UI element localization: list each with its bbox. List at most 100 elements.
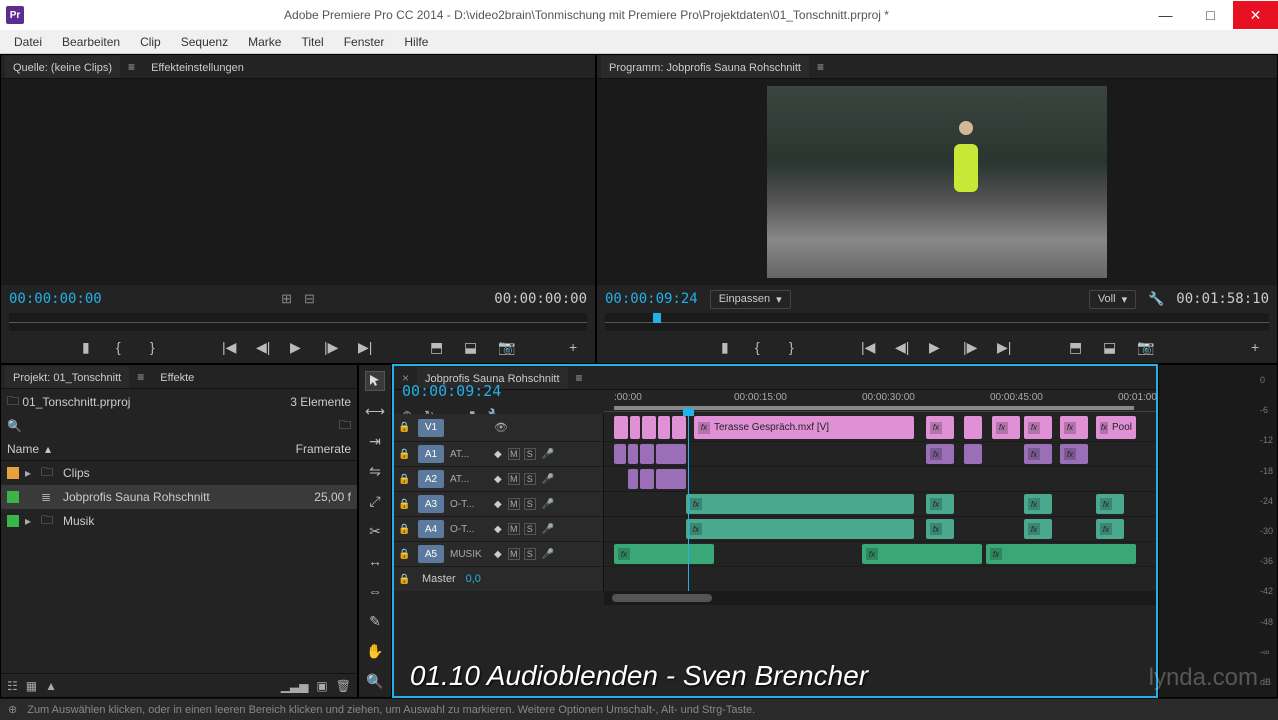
mic-icon[interactable]: 🎤 <box>542 549 554 560</box>
track-select-tool-icon[interactable]: ⟷ <box>365 401 385 421</box>
zoom-slider-icon[interactable]: ▁▃▅ <box>281 679 309 693</box>
expand-arrow-icon[interactable]: ▸ <box>25 514 35 528</box>
hand-tool-icon[interactable]: ✋ <box>365 641 385 661</box>
clip[interactable] <box>628 469 638 489</box>
go-to-in-icon[interactable]: |◀ <box>861 339 877 355</box>
mic-icon[interactable]: 🎤 <box>542 524 554 535</box>
lock-icon[interactable]: 🔒 <box>398 422 412 433</box>
play-icon[interactable]: ▶ <box>290 339 306 355</box>
tab-effect-settings[interactable]: Effekteinstellungen <box>143 56 252 78</box>
clip-pool[interactable]: fxPool <box>1096 416 1136 439</box>
mute-button[interactable]: M <box>508 473 520 485</box>
clip[interactable]: fx <box>862 544 982 564</box>
mark-out-bracket-icon[interactable]: } <box>150 339 166 355</box>
keyframe-icon[interactable]: ◆ <box>494 524 502 535</box>
toggle-output-icon[interactable]: 👁 <box>494 421 508 434</box>
pen-tool-icon[interactable]: ✎ <box>365 611 385 631</box>
slip-tool-icon[interactable]: ↔ <box>365 551 385 571</box>
track-header-a2[interactable]: 🔒 A2 AT... ◆ MS 🎤 <box>394 467 604 491</box>
track-header-a5[interactable]: 🔒 A5 MUSIK ◆ MS 🎤 <box>394 542 604 566</box>
tab-source[interactable]: Quelle: (keine Clips) <box>5 56 120 78</box>
clip[interactable]: fx <box>1024 416 1052 439</box>
zoom-tool-icon[interactable]: 🔍 <box>365 671 385 691</box>
step-forward-icon[interactable]: |▶ <box>963 339 979 355</box>
clip[interactable] <box>614 416 628 439</box>
lock-icon[interactable]: 🔒 <box>398 499 412 510</box>
project-row-musik[interactable]: ▸ 🗀 Musik <box>1 509 357 533</box>
clip[interactable]: fx <box>686 519 914 539</box>
keyframe-icon[interactable]: ◆ <box>494 499 502 510</box>
timeline-timecode[interactable]: 00:00:09:24 <box>394 378 604 404</box>
track-label[interactable]: A2 <box>418 470 444 488</box>
clip[interactable]: fx <box>686 494 914 514</box>
program-monitor-viewport[interactable] <box>597 79 1277 285</box>
track-header-v1[interactable]: 🔒 V1 👁 <box>394 414 604 441</box>
lock-icon[interactable]: 🔒 <box>398 474 412 485</box>
track-label[interactable]: A4 <box>418 520 444 538</box>
go-to-out-icon[interactable]: ▶| <box>358 339 374 355</box>
panel-menu-icon[interactable]: ≡ <box>813 60 828 74</box>
keyframe-icon[interactable]: ◆ <box>494 449 502 460</box>
clip[interactable] <box>672 416 686 439</box>
go-to-out-icon[interactable]: ▶| <box>997 339 1013 355</box>
clip[interactable]: fx <box>1024 519 1052 539</box>
timeline-tracks[interactable]: 🔒 V1 👁 fxTerasse Gespräch.mxf [V] fx <box>394 414 1156 591</box>
clip[interactable]: fx <box>1096 519 1124 539</box>
clip[interactable] <box>640 469 654 489</box>
mark-in-bracket-icon[interactable]: { <box>116 339 132 355</box>
clip[interactable]: fx <box>986 544 1136 564</box>
col-name[interactable]: Name ▴ <box>7 442 296 456</box>
overwrite-icon[interactable]: ⊟ <box>304 291 315 307</box>
extract-icon[interactable]: ⬓ <box>1103 339 1119 355</box>
close-button[interactable]: ✕ <box>1233 1 1278 29</box>
clip[interactable]: fx <box>1024 494 1052 514</box>
freeform-view-icon[interactable]: ▲ <box>45 679 57 693</box>
clip-main-video[interactable]: fxTerasse Gespräch.mxf [V] <box>694 416 914 439</box>
clip[interactable]: fx <box>614 544 714 564</box>
solo-button[interactable]: S <box>524 448 536 460</box>
panel-menu-icon[interactable]: ≡ <box>124 60 139 74</box>
menu-datei[interactable]: Datei <box>4 32 52 52</box>
rate-stretch-tool-icon[interactable]: ⤢ <box>365 491 385 511</box>
new-bin-icon[interactable]: 🗀 <box>339 416 351 437</box>
trash-icon[interactable]: 🗑 <box>336 679 351 693</box>
expand-arrow-icon[interactable]: ▸ <box>25 466 35 480</box>
solo-button[interactable]: S <box>524 548 536 560</box>
clip[interactable] <box>640 444 654 464</box>
clip[interactable]: fx <box>1096 494 1124 514</box>
mark-out-bracket-icon[interactable]: } <box>789 339 805 355</box>
track-label[interactable]: A1 <box>418 445 444 463</box>
lock-icon[interactable]: 🔒 <box>398 449 412 460</box>
clip[interactable] <box>630 416 640 439</box>
source-monitor-viewport[interactable] <box>1 79 595 285</box>
search-icon[interactable]: 🔍 <box>7 419 22 433</box>
clip[interactable]: fx <box>1060 444 1088 464</box>
export-frame-icon[interactable]: 📷 <box>498 339 514 355</box>
overwrite-clip-icon[interactable]: ⬓ <box>464 339 480 355</box>
mute-button[interactable]: M <box>508 448 520 460</box>
mute-button[interactable]: M <box>508 498 520 510</box>
solo-button[interactable]: S <box>524 473 536 485</box>
menu-marke[interactable]: Marke <box>238 32 291 52</box>
mark-in-icon[interactable]: ▮ <box>82 339 98 355</box>
lock-icon[interactable]: 🔒 <box>398 549 412 560</box>
project-row-sequence[interactable]: ≣ Jobprofis Sauna Rohschnitt 25,00 f <box>1 485 357 509</box>
track-header-a4[interactable]: 🔒 A4 O-T... ◆ MS 🎤 <box>394 517 604 541</box>
timeline-zoom-scrollbar[interactable] <box>604 591 1156 605</box>
list-view-icon[interactable]: ☷ <box>7 679 18 693</box>
menu-sequenz[interactable]: Sequenz <box>171 32 238 52</box>
scrollbar-thumb[interactable] <box>612 594 712 602</box>
mic-icon[interactable]: 🎤 <box>542 449 554 460</box>
menu-titel[interactable]: Titel <box>291 32 333 52</box>
step-forward-icon[interactable]: |▶ <box>324 339 340 355</box>
clip[interactable] <box>614 444 626 464</box>
clip[interactable] <box>656 469 686 489</box>
selection-tool-icon[interactable] <box>365 371 385 391</box>
insert-clip-icon[interactable]: ⬒ <box>430 339 446 355</box>
clip[interactable] <box>964 444 982 464</box>
clip[interactable] <box>628 444 638 464</box>
mark-in-bracket-icon[interactable]: { <box>755 339 771 355</box>
new-item-icon[interactable]: ▣ <box>316 679 327 693</box>
timeline-playhead[interactable] <box>688 414 689 591</box>
track-header-a3[interactable]: 🔒 A3 O-T... ◆ MS 🎤 <box>394 492 604 516</box>
